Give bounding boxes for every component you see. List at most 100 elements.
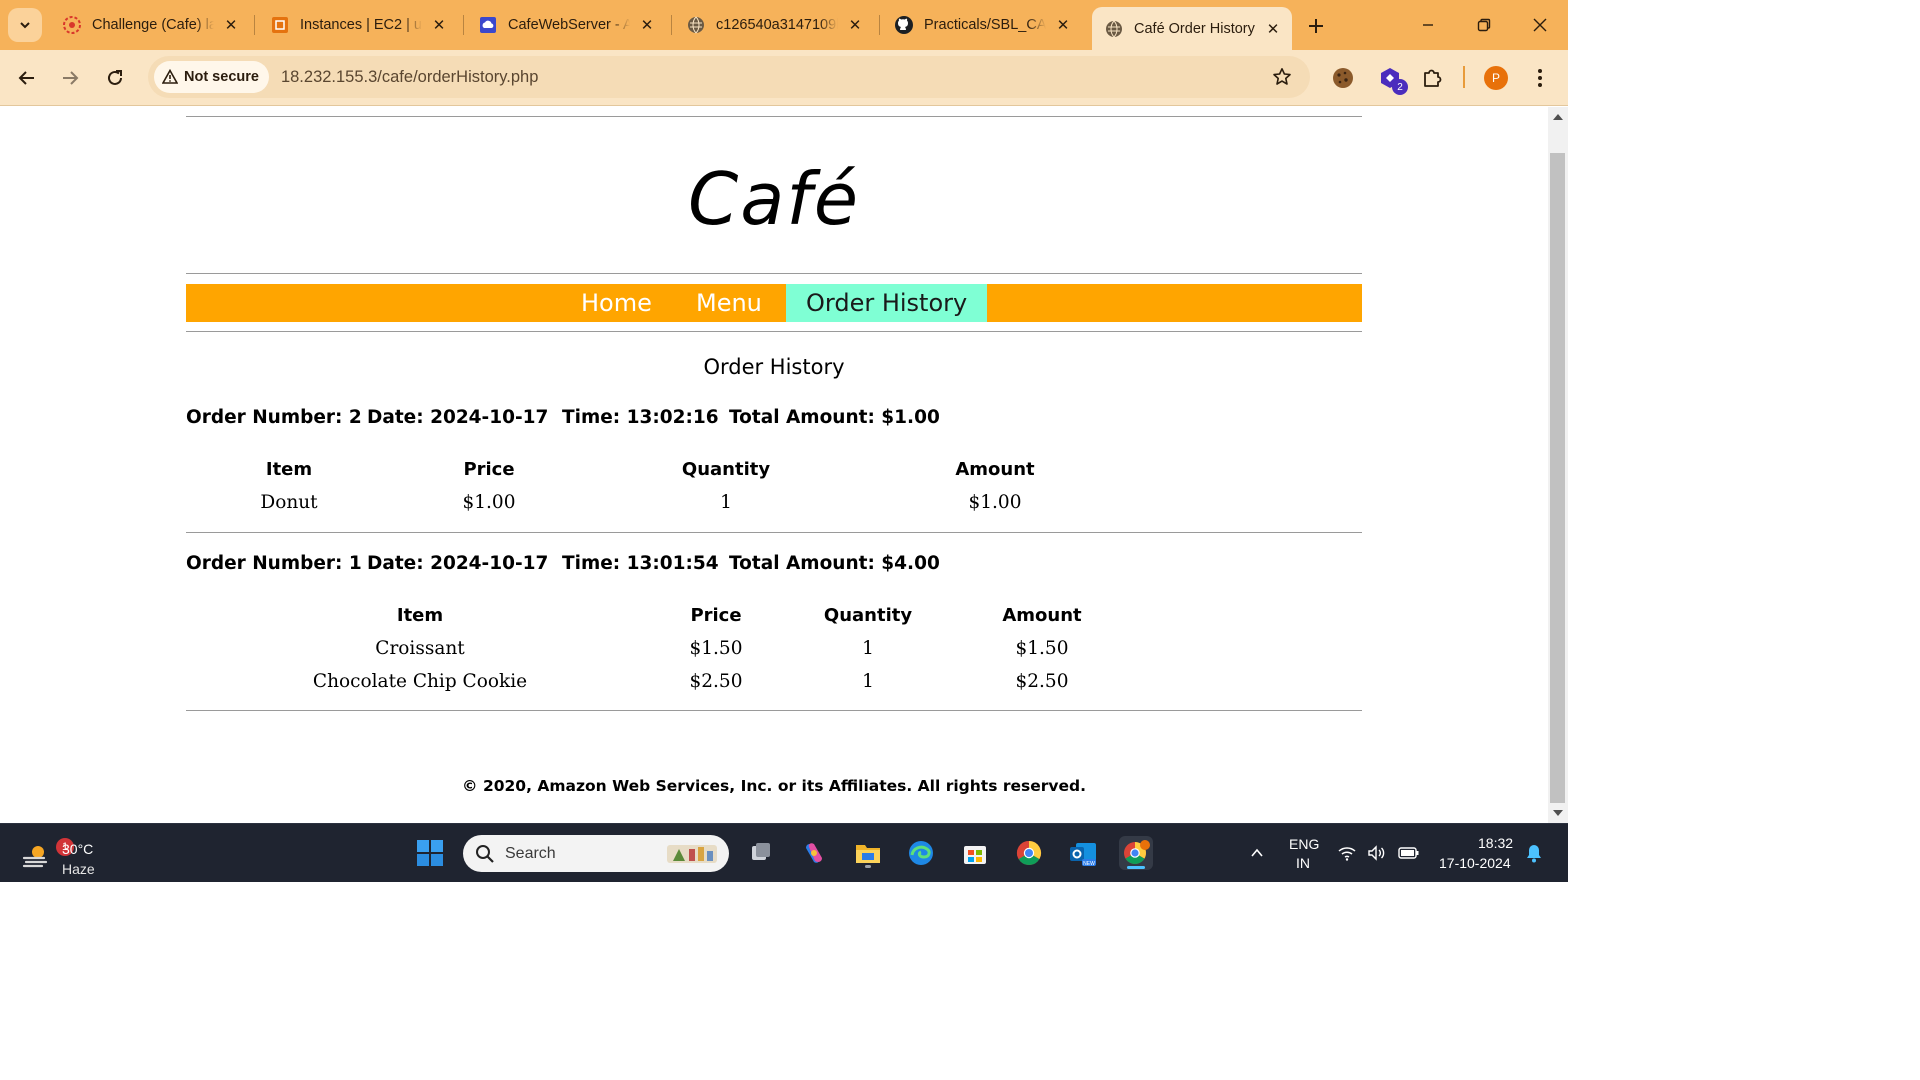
new-tab-button[interactable] — [1302, 12, 1330, 40]
tab-separator — [879, 15, 880, 35]
search-icon — [476, 844, 494, 863]
scroll-up-arrow-icon[interactable] — [1553, 114, 1563, 120]
close-window-button[interactable] — [1512, 8, 1568, 42]
chrome-taskbar-icon[interactable] — [1012, 836, 1046, 870]
language-indicator-line1[interactable]: ENG — [1289, 836, 1319, 852]
tab-challenge-cafe[interactable]: Challenge (Cafe) la ✕ — [50, 7, 250, 43]
divider — [186, 710, 1362, 711]
start-button[interactable] — [413, 836, 447, 870]
security-indicator[interactable]: Not secure — [154, 61, 269, 93]
table-cell-price: $2.50 — [689, 671, 743, 692]
show-hidden-icons-chevron-up-icon[interactable] — [1240, 836, 1274, 870]
close-tab-icon[interactable]: ✕ — [1264, 20, 1282, 38]
forward-button[interactable] — [52, 60, 88, 96]
haze-weather-icon — [22, 846, 48, 868]
extension-hexagon-icon[interactable]: 2 — [1374, 62, 1408, 95]
chrome-profile-taskbar-icon[interactable] — [1119, 836, 1153, 870]
close-tab-icon[interactable]: ✕ — [1054, 16, 1072, 34]
chevron-down-icon — [20, 22, 30, 29]
table-cell-price: $1.00 — [462, 492, 516, 513]
scroll-thumb[interactable] — [1550, 153, 1565, 803]
taskbar-search-box[interactable]: Search — [463, 835, 729, 872]
order-date: Date: 2024-10-17 — [367, 407, 549, 428]
volume-icon[interactable] — [1364, 836, 1390, 870]
clock-time[interactable]: 18:32 — [1478, 835, 1513, 851]
reload-button[interactable] — [97, 60, 133, 96]
tab-title: Instances | EC2 | us — [300, 17, 422, 33]
scroll-down-arrow-icon[interactable] — [1553, 810, 1563, 816]
tab-github-practicals[interactable]: Practicals/SBL_CAL ✕ — [882, 7, 1082, 43]
tab-cafewebserver[interactable]: CafeWebServer - A ✕ — [466, 7, 666, 43]
divider — [186, 331, 1362, 332]
tab-separator — [463, 15, 464, 35]
chrome-menu-icon[interactable] — [1528, 62, 1552, 94]
close-tab-icon[interactable]: ✕ — [222, 16, 240, 34]
arrow-left-icon — [18, 71, 34, 85]
order-number: Order Number: 2 — [186, 407, 362, 428]
globe-icon — [686, 15, 706, 35]
battery-icon[interactable] — [1394, 836, 1424, 870]
tab-c126540[interactable]: c126540a3147109l ✕ — [674, 7, 874, 43]
table-cell-quantity: 1 — [862, 638, 874, 659]
table-cell-price: $1.50 — [689, 638, 743, 659]
nav-order-history-link[interactable]: Order History — [786, 284, 988, 322]
tab-title: CafeWebServer - A — [508, 17, 630, 33]
nav-home-link[interactable]: Home — [581, 284, 652, 322]
reload-icon — [108, 70, 122, 85]
edge-browser-icon[interactable] — [904, 836, 938, 870]
tab-strip: Challenge (Cafe) la ✕ Instances | EC2 | … — [0, 0, 1568, 50]
running-indicator — [865, 865, 871, 868]
table-cell-amount: $1.00 — [968, 492, 1022, 513]
close-tab-icon[interactable]: ✕ — [638, 16, 656, 34]
microsoft-store-icon[interactable] — [958, 836, 992, 870]
table-header-price: Price — [463, 459, 515, 480]
order-total: Total Amount: $1.00 — [729, 407, 940, 428]
restore-button[interactable] — [1456, 8, 1512, 42]
table-header-quantity: Quantity — [823, 605, 913, 626]
profile-avatar[interactable]: P — [1484, 66, 1508, 90]
order-time: Time: 13:01:54 — [562, 553, 719, 574]
cloud-icon — [478, 15, 498, 35]
nav-menu-link[interactable]: Menu — [696, 284, 762, 322]
cookie-extension-icon[interactable] — [1327, 62, 1359, 94]
arrow-right-icon — [63, 71, 79, 85]
url-text[interactable]: 18.232.155.3/cafe/orderHistory.php — [281, 68, 538, 87]
vertical-scrollbar[interactable] — [1548, 107, 1568, 823]
file-explorer-icon[interactable] — [851, 836, 885, 870]
table-cell-item: Chocolate Chip Cookie — [312, 671, 528, 692]
outlook-new-icon[interactable]: NEW — [1066, 836, 1100, 870]
search-highlight-icon — [667, 844, 717, 863]
copilot-icon[interactable] — [797, 836, 831, 870]
table-cell-quantity: 1 — [720, 492, 732, 513]
order-time: Time: 13:02:16 — [562, 407, 719, 428]
security-label: Not secure — [184, 69, 259, 85]
table-header-item: Item — [396, 605, 444, 626]
table-header-amount: Amount — [1002, 605, 1082, 626]
back-button[interactable] — [9, 60, 45, 96]
weather-condition: Haze — [62, 861, 95, 877]
browser-toolbar: Not secure 18.232.155.3/cafe/orderHistor… — [0, 50, 1568, 106]
extensions-puzzle-icon[interactable] — [1416, 62, 1448, 94]
bookmark-star-icon[interactable] — [1270, 65, 1294, 89]
notification-bell-icon[interactable] — [1520, 836, 1548, 870]
close-tab-icon[interactable]: ✕ — [846, 16, 864, 34]
minimize-button[interactable] — [1400, 8, 1456, 42]
tab-ec2-instances[interactable]: Instances | EC2 | us ✕ — [258, 7, 458, 43]
order-number: Order Number: 1 — [186, 553, 362, 574]
task-view-icon[interactable] — [744, 836, 778, 870]
clock-date[interactable]: 17-10-2024 — [1439, 855, 1511, 871]
minimize-icon — [1423, 24, 1433, 26]
table-cell-item: Croissant — [375, 638, 465, 659]
language-indicator-line2: IN — [1296, 855, 1310, 871]
tab-search-button[interactable] — [8, 8, 42, 42]
close-tab-icon[interactable]: ✕ — [430, 16, 448, 34]
address-bar[interactable]: Not secure 18.232.155.3/cafe/orderHistor… — [148, 56, 1310, 98]
table-header-item: Item — [265, 459, 313, 480]
tab-title: Café Order History — [1134, 20, 1255, 37]
tab-title: c126540a3147109l — [716, 17, 838, 33]
wifi-icon[interactable] — [1334, 836, 1360, 870]
weather-widget[interactable]: 1 30°C Haze — [18, 832, 138, 877]
warning-icon — [162, 69, 178, 84]
tab-cafe-order-history[interactable]: Café Order History ✕ — [1092, 7, 1292, 50]
table-cell-quantity: 1 — [862, 671, 874, 692]
